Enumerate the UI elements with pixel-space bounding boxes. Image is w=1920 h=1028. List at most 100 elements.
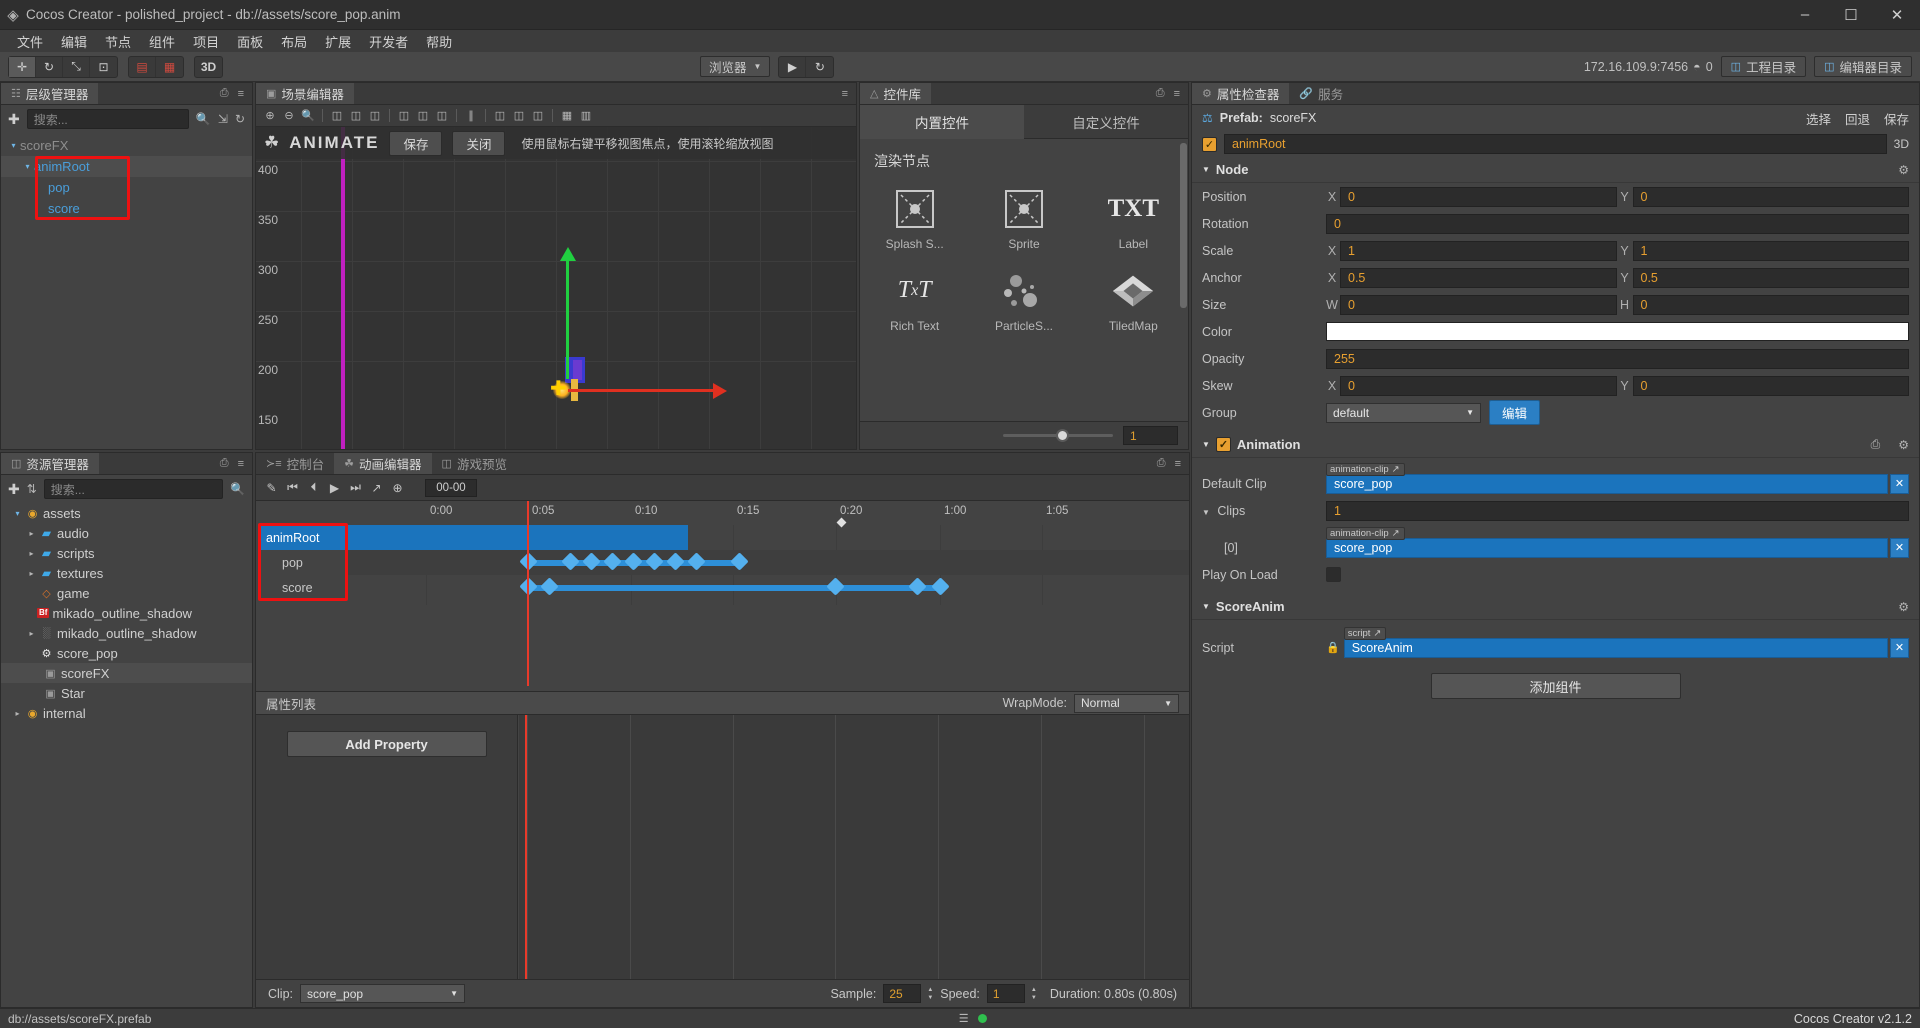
gap-h-icon[interactable]: ◫ — [511, 108, 527, 124]
speed-stepper[interactable]: ▲ ▼ — [1031, 986, 1037, 1002]
chevron-down-icon[interactable]: ▼ — [1202, 602, 1210, 611]
menu-item-developer[interactable]: 开发者 — [360, 32, 417, 51]
gear-icon[interactable]: ⚙ — [1898, 163, 1909, 177]
hierarchy-node-animroot[interactable]: ▾ animRoot — [1, 156, 252, 177]
clip-select[interactable]: score_pop ▼ — [300, 984, 466, 1003]
chevron-down-icon[interactable]: ▼ — [1202, 508, 1210, 517]
default-clip-field[interactable]: animation-clip ↗ score_pop — [1326, 462, 1888, 494]
menu-item-node[interactable]: 节点 — [96, 32, 140, 51]
wrapmode-select[interactable]: Normal ▼ — [1074, 693, 1179, 713]
library-item-label[interactable]: TXT Label — [1079, 177, 1188, 259]
keyframe[interactable] — [826, 577, 845, 596]
menu-item-help[interactable]: 帮助 — [417, 32, 461, 51]
library-item-tiled-map[interactable]: TiledMap — [1079, 259, 1188, 341]
tab-animation-editor[interactable]: ☘ 动画编辑器 — [334, 453, 432, 474]
project-dir-button[interactable]: ◫ 工程目录 — [1720, 56, 1807, 77]
library-item-rich-text[interactable]: TxT Rich Text — [860, 259, 969, 341]
list-icon[interactable]: ☰ — [959, 1012, 969, 1025]
scale-x-field[interactable]: 1 — [1340, 240, 1617, 261]
clip-0-field[interactable]: animation-clip ↗ score_pop — [1326, 526, 1888, 558]
distribute-h-icon[interactable]: ∥ — [463, 108, 479, 124]
slider-knob[interactable] — [1055, 429, 1069, 442]
clear-script-button[interactable]: ✕ — [1890, 637, 1909, 658]
prefab-save-action[interactable]: 保存 — [1884, 109, 1909, 128]
chevron-right-icon[interactable]: ▸ — [25, 549, 38, 558]
align-bottom-icon[interactable]: ◫ — [434, 108, 450, 124]
menu-item-layout[interactable]: 布局 — [272, 32, 316, 51]
tab-assets[interactable]: ◫ 资源管理器 — [1, 453, 99, 474]
library-zoom-value[interactable]: 1 — [1123, 426, 1178, 445]
edit-mode-icon[interactable]: ✎ — [264, 481, 279, 495]
skew-x-field[interactable]: 0 — [1340, 375, 1617, 396]
keyframe[interactable] — [687, 552, 706, 571]
add-property-button[interactable]: Add Property — [286, 731, 487, 757]
add-keyframe-icon[interactable]: ⊕ — [390, 481, 405, 495]
asset-row-textures[interactable]: ▸ ▰ textures — [1, 563, 252, 583]
chevron-right-icon[interactable]: ▸ — [11, 709, 24, 718]
asset-row-star[interactable]: ▣ Star — [1, 683, 252, 703]
speed-field[interactable]: 1 — [986, 984, 1025, 1003]
align-tool-icon[interactable]: ▤ — [129, 56, 156, 77]
float-icon[interactable]: ⎙ — [1157, 457, 1166, 470]
animation-enabled-checkbox[interactable]: ✓ — [1215, 437, 1231, 452]
keyframe[interactable] — [908, 577, 927, 596]
sample-stepper[interactable]: ▲ ▼ — [927, 986, 933, 1002]
grid-toggle-icon[interactable]: ▦ — [559, 108, 575, 124]
script-field[interactable]: script ↗ ScoreAnim — [1343, 626, 1888, 658]
color-swatch[interactable] — [1326, 322, 1909, 341]
menu-icon[interactable]: ≡ — [238, 88, 244, 100]
menu-icon[interactable]: ≡ — [238, 458, 244, 470]
asset-row-game[interactable]: ◇ game — [1, 583, 252, 603]
hierarchy-node-pop[interactable]: pop — [1, 177, 252, 198]
menu-icon[interactable]: ≡ — [842, 88, 848, 100]
hierarchy-search-input[interactable]: 搜索... — [26, 109, 189, 129]
zoom-out-icon[interactable]: ⊖ — [281, 108, 297, 124]
node-enabled-checkbox[interactable]: ✓ — [1202, 136, 1217, 152]
add-component-button[interactable]: 添加组件 — [1430, 673, 1681, 699]
scene-save-button[interactable]: 保存 — [389, 130, 443, 156]
chevron-right-icon[interactable]: ▸ — [25, 569, 38, 578]
menu-icon[interactable]: ≡ — [1174, 88, 1180, 100]
open-external-icon[interactable]: ↗ — [1392, 528, 1400, 539]
align-left-icon[interactable]: ◫ — [329, 108, 345, 124]
hierarchy-node-score[interactable]: score — [1, 198, 252, 219]
distribute-v-icon[interactable]: ◫ — [492, 108, 508, 124]
open-external-icon[interactable]: ↗ — [1392, 464, 1400, 475]
chevron-down-icon[interactable]: ▾ — [11, 509, 24, 518]
scene-close-button[interactable]: 关闭 — [452, 130, 506, 156]
timeline-playhead[interactable] — [527, 501, 529, 686]
asset-row-internal[interactable]: ▸ ◉ internal — [1, 703, 252, 723]
scene-viewport[interactable]: ☘ ANIMATE 保存 关闭 使用鼠标右键平移视图焦点，使用滚轮缩放视图 ✚ — [256, 127, 856, 449]
asset-row-bitmapfont[interactable]: Bf mikado_outline_shadow — [1, 603, 252, 623]
library-zoom-slider[interactable] — [1003, 429, 1113, 442]
rect-tool-icon[interactable]: ⊡ — [90, 57, 117, 77]
rotation-field[interactable]: 0 — [1326, 213, 1909, 234]
clear-default-clip-button[interactable]: ✕ — [1890, 473, 1909, 494]
add-asset-icon[interactable]: ✚ — [8, 481, 20, 498]
keyframe[interactable] — [666, 552, 685, 571]
skew-y-field[interactable]: 0 — [1632, 375, 1909, 396]
chevron-down-icon[interactable]: ▼ — [1202, 440, 1210, 449]
rotate-tool-icon[interactable]: ↻ — [36, 56, 63, 77]
keyframe[interactable] — [645, 552, 664, 571]
editor-dir-button[interactable]: ◫ 编辑器目录 — [1814, 56, 1912, 77]
asset-row-texture-atlas[interactable]: ▸ ░ mikado_outline_shadow — [1, 623, 252, 643]
chevron-down-icon[interactable]: ▼ — [1202, 165, 1210, 174]
track-name-pop[interactable]: pop — [260, 550, 348, 575]
next-frame-icon[interactable]: ⏭ — [348, 480, 363, 495]
tab-game-preview[interactable]: ◫ 游戏预览 — [431, 453, 517, 474]
current-time-field[interactable]: 00-00 — [425, 478, 477, 497]
help-icon[interactable]: ⎙ — [1871, 437, 1881, 452]
position-y-field[interactable]: 0 — [1632, 186, 1909, 207]
menu-item-file[interactable]: 文件 — [8, 32, 52, 51]
section-header-node[interactable]: ▼ Node ⚙ — [1192, 157, 1919, 183]
chevron-right-icon[interactable]: ▸ — [25, 529, 38, 538]
search-icon[interactable]: 🔍 — [230, 482, 245, 496]
zoom-in-icon[interactable]: ⊕ — [262, 108, 278, 124]
float-icon[interactable]: ⎙ — [1156, 87, 1165, 100]
menu-item-component[interactable]: 组件 — [140, 32, 184, 51]
menu-item-extension[interactable]: 扩展 — [316, 32, 360, 51]
gear-icon[interactable]: ⚙ — [1898, 438, 1909, 452]
clips-count-field[interactable]: 1 — [1326, 500, 1909, 521]
menu-item-project[interactable]: 项目 — [184, 32, 228, 51]
